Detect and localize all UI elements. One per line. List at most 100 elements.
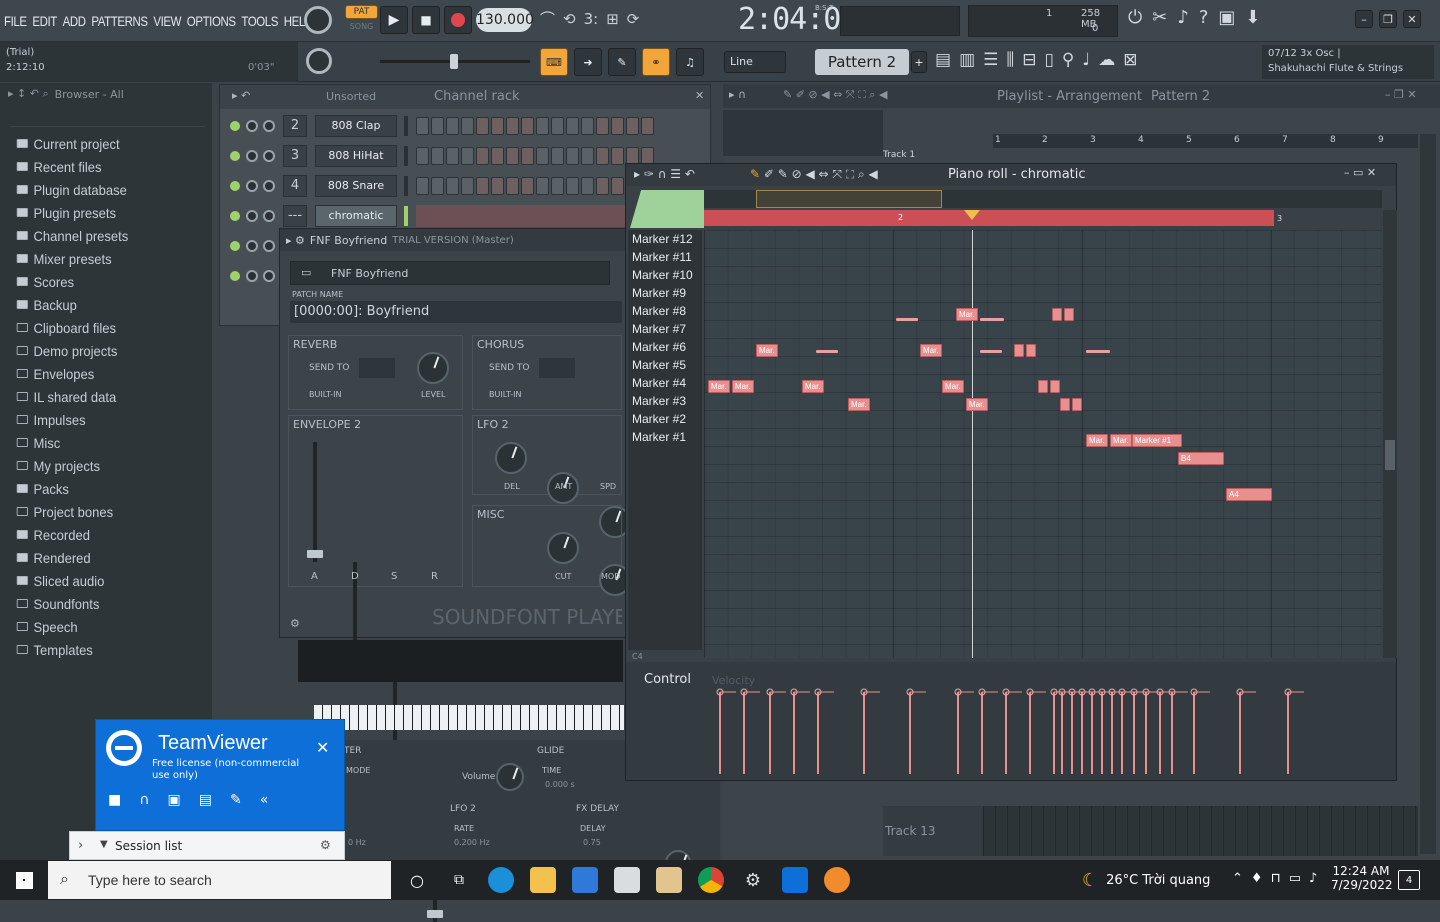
mixer-track-number[interactable]: --- [283, 205, 307, 227]
pan-knob[interactable] [246, 120, 258, 132]
browser-item[interactable]: Rendered [0, 546, 197, 569]
step-button[interactable] [431, 147, 444, 165]
browser-item[interactable]: Mixer presets [0, 247, 197, 270]
note[interactable]: Mar. [1086, 434, 1108, 447]
tempo-display[interactable]: 130.000 [476, 8, 534, 32]
play-button[interactable]: ▶ [380, 6, 408, 34]
note[interactable]: Mar. [756, 344, 778, 357]
step-button[interactable] [551, 177, 564, 195]
rack-close-icon[interactable]: ✕ [695, 89, 704, 102]
menu-patterns[interactable]: PATTERNS [91, 13, 148, 29]
master-pitch-knob[interactable] [306, 48, 332, 74]
cloud-icon[interactable]: ☁ [1098, 50, 1115, 70]
pat-mode-button[interactable]: PAT [345, 5, 378, 19]
mixer-icon[interactable]: ⫼ [1006, 50, 1014, 70]
brush-icon[interactable]: ✎ [608, 48, 636, 76]
menu-view[interactable]: VIEW [153, 13, 181, 29]
browser-item[interactable]: Backup [0, 293, 197, 316]
step-button[interactable] [461, 147, 474, 165]
marker-item[interactable]: Marker #12 [628, 230, 702, 248]
track-13-lane[interactable] [983, 806, 1418, 856]
headset-icon[interactable]: ∩ [139, 792, 149, 808]
plugin-menu-icon[interactable]: ▸ ⚙ [286, 234, 305, 247]
mixer-track-number[interactable]: 4 [283, 175, 307, 197]
note[interactable] [1060, 398, 1070, 411]
network-icon[interactable]: ▭ [1289, 871, 1301, 886]
step-button[interactable] [461, 117, 474, 135]
settings-icon[interactable]: ⚙ [740, 867, 766, 893]
stop-button[interactable]: ■ [412, 6, 440, 34]
browser-item[interactable]: Impulses [0, 408, 197, 431]
marker-item[interactable]: Marker #11 [628, 248, 702, 266]
step-button[interactable] [566, 117, 579, 135]
step-button[interactable] [506, 177, 519, 195]
browser-item[interactable]: Misc [0, 431, 197, 454]
song-mode-button[interactable]: SONG [345, 20, 378, 34]
reverb-send-field[interactable] [359, 358, 395, 378]
pattern-selector[interactable]: Pattern 2 [815, 49, 909, 75]
channel-select[interactable] [404, 116, 408, 136]
browser-item[interactable]: IL shared data [0, 385, 197, 408]
channel-select[interactable] [404, 146, 408, 166]
step-button[interactable] [521, 177, 534, 195]
playlist-icon[interactable]: ▤ [935, 50, 951, 70]
playhead-marker[interactable] [964, 210, 980, 220]
glide-time-value[interactable]: 0.000 s [545, 780, 575, 789]
browser-item[interactable]: Envelopes [0, 362, 197, 385]
browser-item[interactable]: Channel presets [0, 224, 197, 247]
piano-roll-overview[interactable] [704, 190, 1382, 208]
playlist-scrollbar[interactable] [1420, 134, 1436, 854]
edge-icon[interactable] [488, 867, 514, 893]
piano-roll-scrollbar[interactable] [1383, 210, 1397, 658]
rate-value[interactable]: 0.200 Hz [454, 838, 490, 847]
wait-icon[interactable]: ⟲ [563, 10, 576, 28]
slider-handle[interactable] [450, 54, 458, 69]
mixer-track-number[interactable]: 3 [283, 145, 307, 167]
step-button[interactable] [521, 147, 534, 165]
step-button[interactable] [446, 117, 459, 135]
short-note[interactable] [816, 350, 838, 353]
channel-rack-icon[interactable]: ☰ [983, 50, 998, 70]
chrome-icon[interactable] [698, 867, 724, 893]
short-note[interactable] [980, 318, 1004, 321]
render-icon[interactable]: ⬇ [1245, 7, 1260, 28]
record-button[interactable] [444, 6, 472, 34]
pan-knob[interactable] [246, 180, 258, 192]
minimize-icon[interactable]: – [1355, 10, 1373, 28]
step-button[interactable] [476, 117, 489, 135]
volume-knob[interactable] [263, 120, 275, 132]
note[interactable]: B4 [1178, 452, 1224, 465]
teamviewer-taskbar-icon[interactable] [782, 867, 808, 893]
short-note[interactable] [896, 318, 918, 321]
store-icon[interactable] [572, 867, 598, 893]
snap-selector[interactable]: Line [724, 51, 786, 73]
marker-item[interactable]: Marker #8 [628, 302, 702, 320]
teamviewer-close-icon[interactable]: ✕ [316, 738, 329, 757]
note[interactable] [1052, 308, 1062, 321]
channel-led[interactable] [230, 151, 240, 161]
note[interactable]: Mar. [1110, 434, 1132, 447]
lfo-delay-knob[interactable] [495, 442, 527, 474]
step-button[interactable] [551, 117, 564, 135]
tempo-tap-icon[interactable]: ♩ [1082, 50, 1090, 70]
folder-icon[interactable]: ▭ [301, 266, 311, 279]
volume-knob[interactable] [263, 210, 275, 222]
short-note[interactable] [980, 350, 1002, 353]
power-icon[interactable]: ⏻ [1128, 7, 1142, 28]
metronome-icon[interactable]: ⌒ [540, 8, 555, 29]
mic-icon[interactable]: ♪ [1177, 7, 1189, 28]
volume-knob[interactable] [263, 150, 275, 162]
close-icon[interactable]: ✕ [1403, 10, 1421, 28]
step-button[interactable] [461, 177, 474, 195]
pan-knob[interactable] [246, 150, 258, 162]
step-button[interactable] [431, 177, 444, 195]
rack-filter[interactable]: Unsorted [326, 90, 376, 103]
channel-led[interactable] [230, 211, 240, 221]
channel-led[interactable] [230, 181, 240, 191]
note[interactable]: Marker #1 [1132, 434, 1182, 447]
note[interactable]: Mar. [732, 380, 754, 393]
piano-roll-icon[interactable]: ▥ [959, 50, 975, 70]
step-button[interactable] [476, 177, 489, 195]
fl-studio-icon[interactable] [824, 867, 850, 893]
step-button[interactable] [521, 117, 534, 135]
